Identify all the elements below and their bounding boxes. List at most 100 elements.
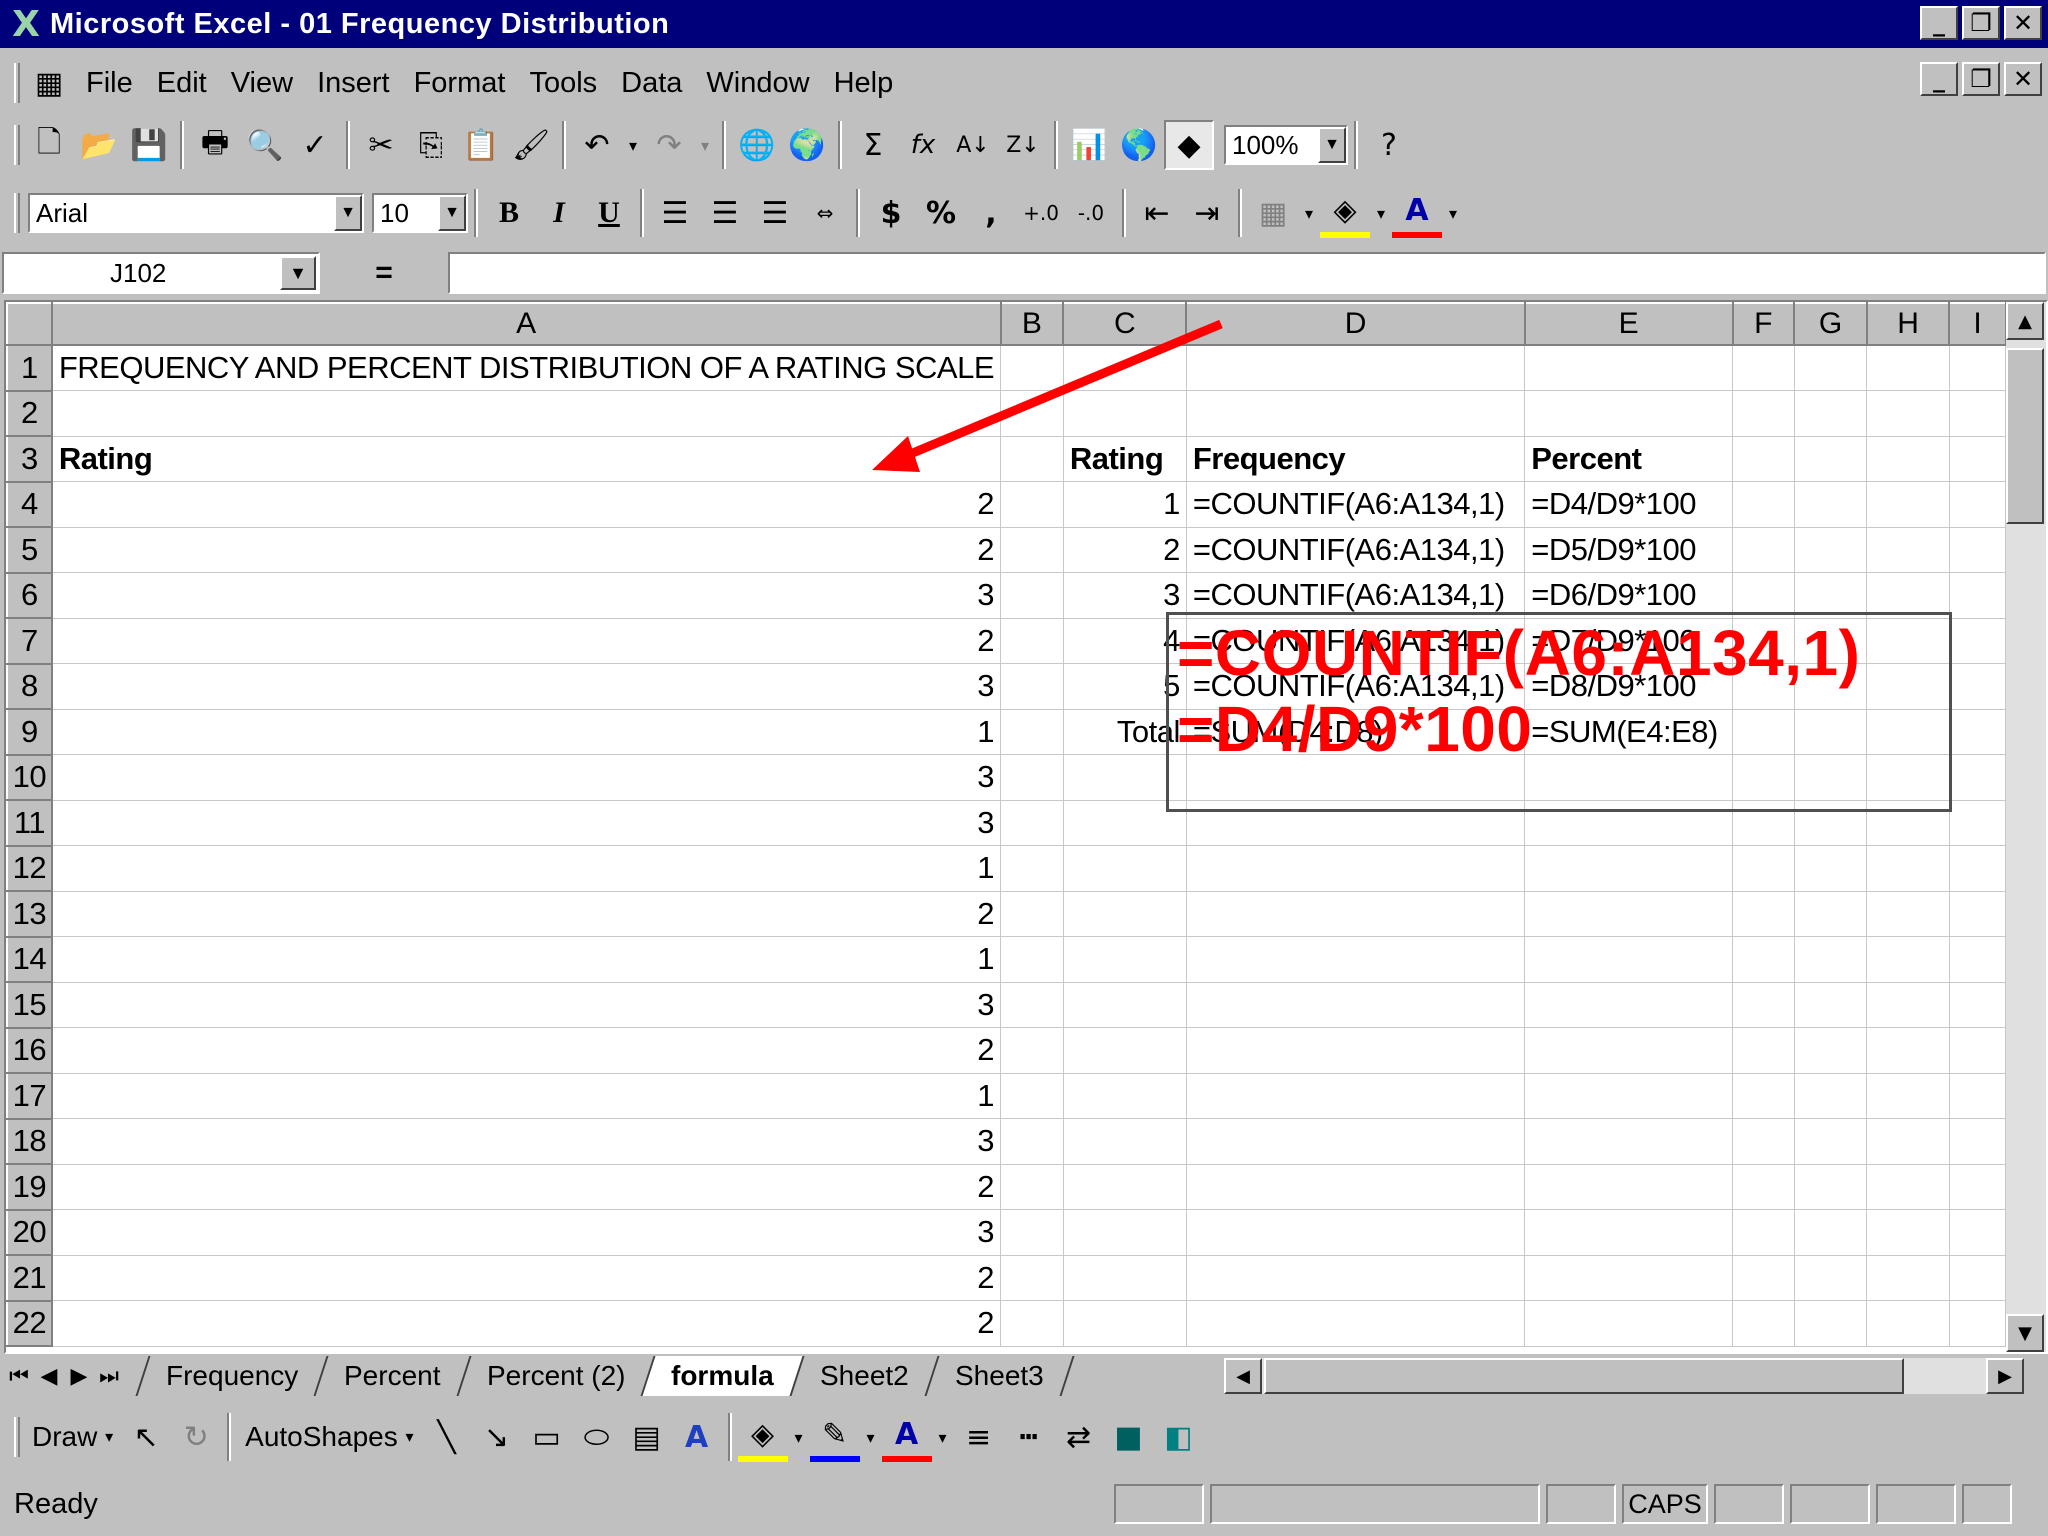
autosum-icon[interactable]: Σ: [848, 120, 898, 170]
cell-empty[interactable]: [1732, 481, 1795, 528]
copy-icon[interactable]: ⎘: [406, 120, 456, 170]
cell-a[interactable]: 1: [51, 709, 1001, 755]
menu-tools[interactable]: Tools: [517, 67, 609, 100]
cell-e[interactable]: [1524, 1209, 1733, 1256]
cell-d[interactable]: =COUNTIF(A6:A134,1): [1186, 481, 1526, 528]
cell-empty[interactable]: [1949, 1209, 2007, 1256]
cell-empty[interactable]: [1732, 1027, 1795, 1074]
chart-wizard-icon[interactable]: 📊: [1064, 120, 1114, 170]
cell-empty[interactable]: [1794, 1255, 1868, 1301]
cell-empty[interactable]: [1794, 1300, 1868, 1347]
cell-e[interactable]: [1524, 1073, 1733, 1119]
cell-e[interactable]: [1524, 1164, 1733, 1210]
cell-empty[interactable]: [1949, 936, 2007, 983]
cell-a[interactable]: 2: [51, 527, 1001, 573]
row-header[interactable]: 17: [6, 1072, 53, 1120]
cell-empty[interactable]: [1949, 572, 2007, 619]
row-header[interactable]: 13: [6, 890, 53, 938]
map-icon[interactable]: 🌎: [1114, 120, 1164, 170]
cell-empty[interactable]: [1732, 345, 1795, 391]
cell-empty[interactable]: [1732, 390, 1795, 437]
cell-empty[interactable]: [1949, 436, 2007, 482]
cell-c[interactable]: [1063, 1118, 1187, 1165]
row-header[interactable]: 6: [6, 571, 53, 619]
cell-empty[interactable]: [1949, 754, 2007, 801]
cell-empty[interactable]: [1732, 845, 1795, 892]
cell-e[interactable]: [1524, 1118, 1733, 1165]
sort-ascending-icon[interactable]: A↓: [948, 120, 998, 170]
draw-menu-button[interactable]: Draw ▾: [24, 1421, 121, 1453]
cell-c[interactable]: 2: [1063, 527, 1187, 573]
row-header[interactable]: 3: [6, 435, 53, 483]
column-header-h[interactable]: H: [1865, 302, 1951, 346]
cell-c[interactable]: 1: [1063, 481, 1187, 528]
drawing-icon[interactable]: ◆: [1164, 120, 1214, 170]
zoom-combo[interactable]: 100% ▼: [1224, 125, 1348, 165]
font-color-icon[interactable]: A: [881, 1412, 932, 1462]
cell-empty[interactable]: [1732, 1164, 1795, 1210]
cell-e[interactable]: =D4/D9*100: [1524, 481, 1733, 528]
free-rotate-icon[interactable]: ↻: [171, 1412, 221, 1462]
doc-restore-button[interactable]: ❐: [1962, 62, 2000, 96]
row-header[interactable]: 11: [6, 799, 53, 847]
scroll-thumb[interactable]: [2006, 348, 2044, 524]
cell-d[interactable]: [1186, 1164, 1526, 1210]
menu-help[interactable]: Help: [822, 67, 906, 100]
menu-edit[interactable]: Edit: [145, 67, 219, 100]
oval-icon[interactable]: ⬭: [572, 1412, 622, 1462]
dash-style-icon[interactable]: ┅: [1004, 1412, 1054, 1462]
cell-empty[interactable]: [1732, 891, 1795, 937]
font-combo[interactable]: Arial ▼: [28, 193, 364, 233]
cell-empty[interactable]: [1866, 1118, 1950, 1165]
cell-d[interactable]: [1186, 891, 1526, 937]
arrow-icon[interactable]: ↘: [472, 1412, 522, 1462]
fill-dropdown-icon[interactable]: ▾: [1370, 188, 1392, 238]
cell-b[interactable]: [1000, 936, 1064, 983]
cell-b[interactable]: [1000, 1073, 1064, 1119]
cell-d[interactable]: [1186, 390, 1526, 437]
cell-empty[interactable]: [1866, 390, 1950, 437]
cell-grid[interactable]: A B C D E F G H I J 1FREQUENCY AND PERCE…: [6, 302, 2046, 1347]
percent-icon[interactable]: %: [916, 188, 966, 238]
line-color-dropdown-icon[interactable]: ▾: [860, 1412, 882, 1462]
cell-b[interactable]: [1000, 481, 1064, 528]
tab-sheet3[interactable]: Sheet3: [924, 1356, 1074, 1396]
row-header[interactable]: 4: [6, 480, 53, 528]
cell-c[interactable]: [1063, 1073, 1187, 1119]
formula-input[interactable]: [448, 252, 2046, 294]
cell-empty[interactable]: [1794, 527, 1868, 573]
bold-icon[interactable]: B: [484, 188, 534, 238]
cell-b[interactable]: [1000, 527, 1064, 573]
cell-empty[interactable]: [1732, 527, 1795, 573]
cell-empty[interactable]: [1794, 436, 1868, 482]
cell-empty[interactable]: [1949, 891, 2007, 937]
vertical-scrollbar[interactable]: ▲ ▼: [2006, 302, 2046, 1352]
cell-c[interactable]: [1063, 1027, 1187, 1074]
tab-percent-2[interactable]: Percent (2): [456, 1356, 654, 1396]
cell-empty[interactable]: [1949, 1255, 2007, 1301]
format-painter-icon[interactable]: 🖌: [506, 120, 556, 170]
cell-c[interactable]: [1063, 1255, 1187, 1301]
row-header[interactable]: 2: [6, 389, 53, 437]
italic-icon[interactable]: I: [534, 188, 584, 238]
line-style-icon[interactable]: ≡: [954, 1412, 1004, 1462]
cell-b[interactable]: [1000, 572, 1064, 619]
cell-c[interactable]: [1063, 1300, 1187, 1347]
tab-sheet2[interactable]: Sheet2: [789, 1356, 938, 1396]
cell-a[interactable]: 2: [51, 481, 1001, 528]
undo-icon[interactable]: ↶: [572, 120, 622, 170]
new-icon[interactable]: 🗋: [24, 120, 74, 170]
cell-empty[interactable]: [1949, 845, 2007, 892]
3d-icon[interactable]: ◧: [1154, 1412, 1204, 1462]
cell-d[interactable]: [1186, 1255, 1526, 1301]
redo-dropdown-icon[interactable]: ▾: [694, 120, 716, 170]
row-header[interactable]: 5: [6, 526, 53, 574]
row-header[interactable]: 10: [6, 753, 53, 801]
cell-empty[interactable]: [1949, 1164, 2007, 1210]
row-header[interactable]: 18: [6, 1117, 53, 1165]
column-header-c[interactable]: C: [1062, 302, 1188, 346]
cell-b[interactable]: [1000, 1209, 1064, 1256]
cell-d[interactable]: [1186, 1300, 1526, 1347]
cell-empty[interactable]: [1949, 709, 2007, 755]
edit-formula-button[interactable]: =: [320, 256, 448, 290]
